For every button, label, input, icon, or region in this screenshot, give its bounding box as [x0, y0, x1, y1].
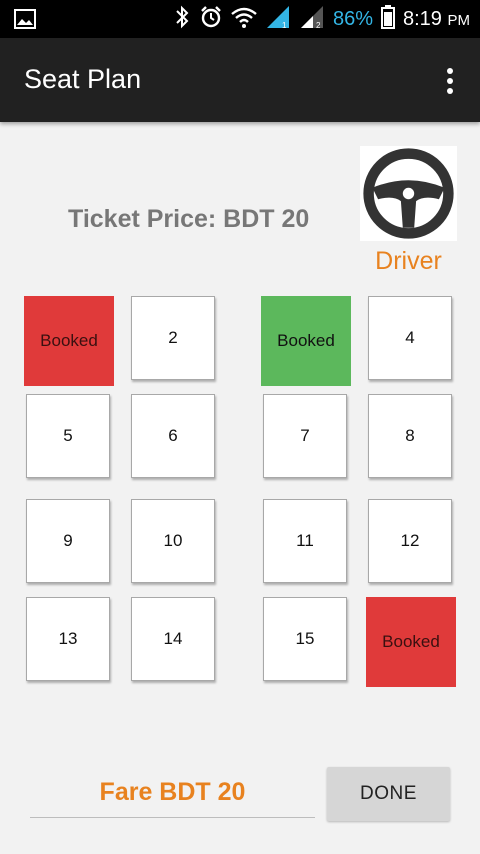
battery-percent: 86%	[332, 7, 373, 30]
steering-wheel-icon	[360, 146, 457, 241]
seat-10[interactable]: 10	[131, 499, 215, 583]
battery-icon	[381, 4, 395, 34]
seat-8[interactable]: 8	[368, 394, 452, 478]
driver-label: Driver	[375, 247, 442, 275]
seat-15[interactable]: 15	[263, 597, 347, 681]
seat-5[interactable]: 5	[26, 394, 110, 478]
app-bar: Seat Plan	[0, 38, 480, 122]
seat-13[interactable]: 13	[26, 597, 110, 681]
clock-time: 8:19	[403, 7, 442, 30]
alarm-icon	[199, 5, 223, 34]
seat-11[interactable]: 11	[263, 499, 347, 583]
page-title: Seat Plan	[24, 64, 142, 94]
bluetooth-icon	[173, 5, 191, 34]
seat-14[interactable]: 14	[131, 597, 215, 681]
svg-text:2: 2	[316, 21, 321, 29]
ticket-price: Ticket Price: BDT 20	[68, 205, 310, 233]
clock: 8:19 PM	[403, 8, 470, 31]
overflow-menu-icon[interactable]	[446, 68, 454, 94]
signal-2-icon: 2	[299, 5, 325, 34]
seat-3[interactable]: Booked	[261, 296, 351, 386]
seat-2[interactable]: 2	[131, 296, 215, 380]
clock-ampm: PM	[447, 11, 471, 29]
fare-total: Fare BDT 20	[99, 778, 246, 806]
seat-16[interactable]: Booked	[366, 597, 456, 687]
seat-7[interactable]: 7	[263, 394, 347, 478]
seat-1[interactable]: Booked	[24, 296, 114, 386]
seat-9[interactable]: 9	[26, 499, 110, 583]
seat-12[interactable]: 12	[368, 499, 452, 583]
status-bar: 1 2 86% 8:19 PM	[0, 0, 480, 38]
svg-text:1: 1	[282, 21, 287, 29]
seat-4[interactable]: 4	[368, 296, 452, 380]
image-icon	[14, 8, 36, 35]
seat-6[interactable]: 6	[131, 394, 215, 478]
wifi-icon	[231, 6, 257, 33]
signal-1-icon: 1	[265, 5, 291, 34]
done-button[interactable]: DONE	[327, 767, 450, 821]
fare-underline	[30, 817, 315, 818]
